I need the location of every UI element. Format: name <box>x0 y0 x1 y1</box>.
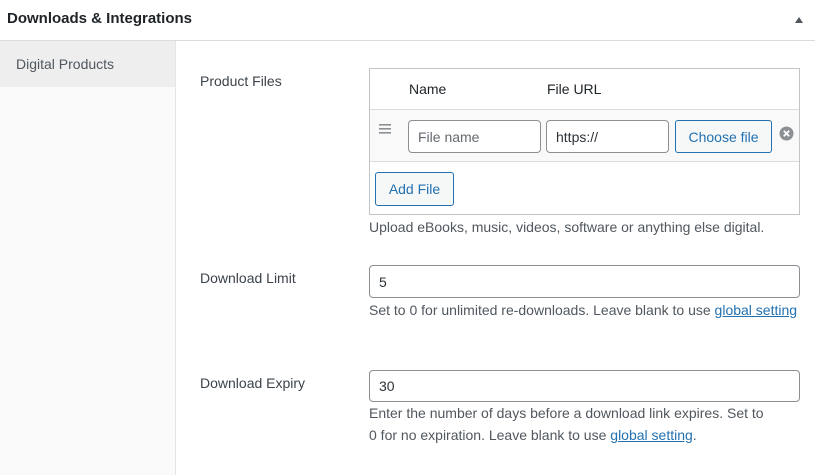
file-row: Choose file <box>370 109 799 162</box>
add-file-button[interactable]: Add File <box>375 172 454 206</box>
panel-header: Downloads & Integrations <box>0 0 815 41</box>
tab-label: Digital Products <box>16 56 115 72</box>
download-expiry-help-line2: 0 for no expiration. Leave blank to use <box>369 427 611 443</box>
column-header-name: Name <box>409 81 447 97</box>
tab-digital-products[interactable]: Digital Products <box>0 41 175 87</box>
global-setting-link[interactable]: global setting <box>610 427 693 443</box>
remove-file-icon[interactable] <box>779 126 794 141</box>
triangle-up-icon[interactable] <box>791 12 807 26</box>
choose-file-button[interactable]: Choose file <box>675 120 772 153</box>
download-limit-help-text: Set to 0 for unlimited re-downloads. Lea… <box>369 302 715 318</box>
downloads-integrations-panel: Downloads & Integrations Digital Product… <box>0 0 815 475</box>
drag-handle-icon[interactable] <box>378 122 392 134</box>
global-setting-link[interactable]: global setting <box>715 302 798 318</box>
download-limit-input[interactable] <box>369 265 800 298</box>
column-header-file-url: File URL <box>547 81 602 97</box>
download-expiry-input[interactable] <box>369 370 800 402</box>
file-url-input[interactable] <box>546 120 669 153</box>
download-expiry-help-line1: Enter the number of days before a downlo… <box>369 405 764 421</box>
product-files-label: Product Files <box>200 73 282 89</box>
download-expiry-description: Enter the number of days before a downlo… <box>369 402 809 446</box>
download-limit-description: Set to 0 for unlimited re-downloads. Lea… <box>369 299 800 321</box>
panel-title: Downloads & Integrations <box>7 10 193 27</box>
download-expiry-help-end: . <box>692 427 697 443</box>
file-name-input[interactable] <box>408 120 541 153</box>
download-expiry-label: Download Expiry <box>200 375 306 391</box>
product-files-table: Name File URL Choose file Add <box>369 68 800 215</box>
download-limit-label: Download Limit <box>200 270 296 286</box>
product-files-description: Upload eBooks, music, videos, software o… <box>369 219 765 235</box>
sidebar: Digital Products <box>0 41 176 475</box>
